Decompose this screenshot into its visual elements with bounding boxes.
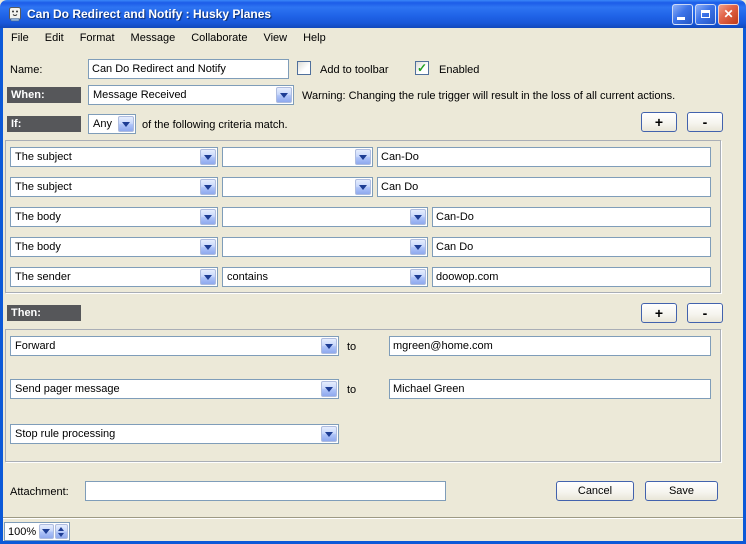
chevron-up-icon — [58, 527, 64, 531]
chevron-down-icon — [118, 116, 134, 132]
maximize-icon — [701, 10, 710, 18]
criterion-field-value: The subject — [11, 149, 199, 166]
criterion-value-input[interactable] — [377, 177, 711, 197]
window-border-left — [0, 20, 3, 544]
maximize-button[interactable] — [695, 4, 716, 25]
criterion-field-select[interactable]: The sender — [10, 267, 218, 287]
menu-collaborate[interactable]: Collaborate — [183, 30, 255, 46]
chevron-down-icon — [200, 239, 216, 255]
criterion-operator-select[interactable] — [222, 177, 373, 197]
criterion-value-input[interactable] — [377, 147, 711, 167]
window-title: Can Do Redirect and Notify : Husky Plane… — [27, 7, 672, 21]
action-value: Forward — [11, 338, 320, 355]
zoom-value: 100% — [5, 526, 39, 538]
remove-action-button[interactable]: - — [687, 303, 723, 323]
menu-file[interactable]: File — [3, 30, 37, 46]
check-icon: ✓ — [417, 62, 427, 74]
action-select[interactable]: Stop rule processing — [10, 424, 339, 444]
status-bar: 100% — [3, 517, 743, 541]
minimize-icon — [677, 17, 685, 20]
criterion-field-select[interactable]: The subject — [10, 147, 218, 167]
if-suffix-text: of the following criteria match. — [142, 119, 288, 131]
when-trigger-select[interactable]: Message Received — [88, 85, 294, 105]
criterion-operator-select[interactable] — [222, 237, 428, 257]
add-to-toolbar-checkbox[interactable] — [297, 61, 311, 75]
when-section-label: When: — [7, 87, 81, 103]
chevron-down-icon — [355, 179, 371, 195]
chevron-down-icon — [58, 533, 64, 537]
action-value: Stop rule processing — [11, 426, 320, 443]
criterion-operator-select[interactable] — [222, 147, 373, 167]
remove-criterion-button[interactable]: - — [687, 112, 723, 132]
rule-name-input[interactable] — [88, 59, 289, 79]
zoom-spinner[interactable] — [55, 524, 68, 539]
action-value: Send pager message — [11, 381, 320, 398]
action-to-label: to — [347, 341, 356, 353]
criterion-value-input[interactable] — [432, 237, 711, 257]
if-section-label: If: — [7, 116, 81, 132]
window-controls: ✕ — [672, 4, 739, 25]
cancel-button[interactable]: Cancel — [556, 481, 634, 501]
action-to-label: to — [347, 384, 356, 396]
chevron-down-icon — [355, 149, 371, 165]
criterion-field-select[interactable]: The subject — [10, 177, 218, 197]
criterion-field-select[interactable]: The body — [10, 207, 218, 227]
if-match-select[interactable]: Any — [88, 114, 136, 134]
if-match-value: Any — [89, 116, 117, 133]
attachment-input[interactable] — [85, 481, 446, 501]
criterion-field-value: The sender — [11, 269, 199, 286]
action-target-input[interactable] — [389, 379, 711, 399]
menu-view[interactable]: View — [255, 30, 295, 46]
save-button[interactable]: Save — [645, 481, 718, 501]
minimize-button[interactable] — [672, 4, 693, 25]
criterion-operator-value: contains — [223, 269, 409, 286]
menu-edit[interactable]: Edit — [37, 30, 72, 46]
when-warning-text: Warning: Changing the rule trigger will … — [302, 90, 675, 102]
name-label: Name: — [10, 64, 42, 76]
criterion-field-value: The body — [11, 239, 199, 256]
chevron-down-icon — [410, 269, 426, 285]
rule-editor-window: Can Do Redirect and Notify : Husky Plane… — [0, 0, 746, 544]
chevron-down-icon — [410, 239, 426, 255]
add-to-toolbar-label: Add to toolbar — [320, 64, 389, 76]
chevron-down-icon — [321, 426, 337, 442]
then-section-label: Then: — [7, 305, 81, 321]
app-icon — [7, 6, 23, 22]
menu-bar: File Edit Format Message Collaborate Vie… — [3, 28, 743, 47]
criterion-field-value: The subject — [11, 179, 199, 196]
close-icon: ✕ — [723, 8, 733, 20]
action-target-input[interactable] — [389, 336, 711, 356]
action-select[interactable]: Send pager message — [10, 379, 339, 399]
add-criterion-button[interactable]: + — [641, 112, 677, 132]
enabled-label: Enabled — [439, 64, 479, 76]
criterion-field-select[interactable]: The body — [10, 237, 218, 257]
menu-help[interactable]: Help — [295, 30, 334, 46]
title-bar[interactable]: Can Do Redirect and Notify : Husky Plane… — [0, 0, 746, 28]
attachment-label: Attachment: — [10, 486, 69, 498]
menu-message[interactable]: Message — [123, 30, 184, 46]
chevron-down-icon — [200, 179, 216, 195]
enabled-checkbox[interactable]: ✓ — [415, 61, 429, 75]
chevron-down-icon — [410, 209, 426, 225]
chevron-down-icon — [321, 338, 337, 354]
chevron-down-icon — [321, 381, 337, 397]
add-action-button[interactable]: + — [641, 303, 677, 323]
chevron-down-icon — [276, 87, 292, 103]
zoom-dropdown-button[interactable] — [39, 524, 53, 539]
when-trigger-value: Message Received — [89, 87, 275, 104]
chevron-down-icon — [42, 529, 50, 534]
action-select[interactable]: Forward — [10, 336, 339, 356]
chevron-down-icon — [200, 149, 216, 165]
criterion-value-input[interactable] — [432, 207, 711, 227]
close-button[interactable]: ✕ — [718, 4, 739, 25]
chevron-down-icon — [200, 209, 216, 225]
menu-format[interactable]: Format — [72, 30, 123, 46]
criterion-field-value: The body — [11, 209, 199, 226]
chevron-down-icon — [200, 269, 216, 285]
criterion-operator-select[interactable]: contains — [222, 267, 428, 287]
criterion-operator-select[interactable] — [222, 207, 428, 227]
criterion-value-input[interactable] — [432, 267, 711, 287]
zoom-control[interactable]: 100% — [4, 522, 70, 541]
